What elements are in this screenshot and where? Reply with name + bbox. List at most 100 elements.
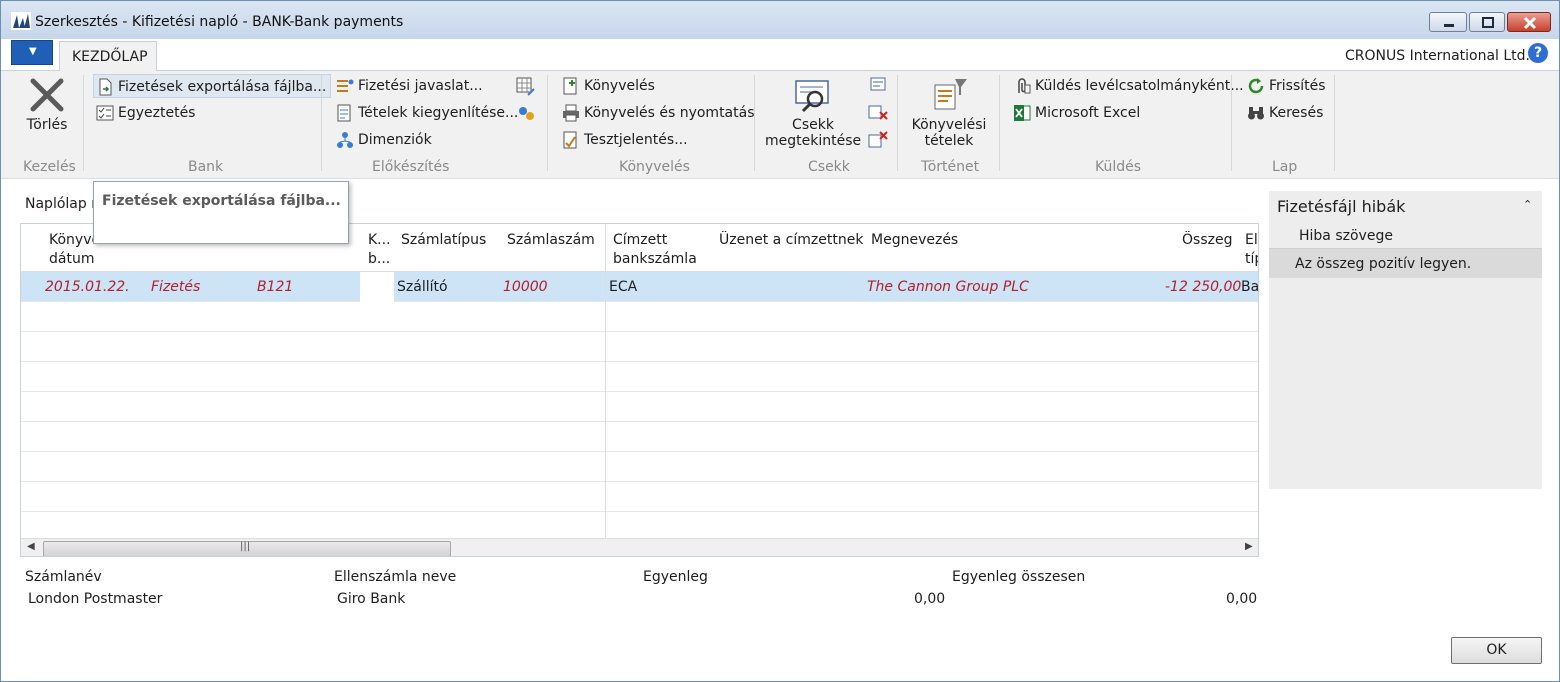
- minimize-icon: [1444, 24, 1454, 27]
- column-header-amount[interactable]: Összeg: [1182, 231, 1232, 250]
- cell-document-type[interactable]: Fizetés: [151, 279, 200, 295]
- column-header-account-no[interactable]: Számlaszám: [507, 231, 595, 250]
- bal-account-name-label: Ellenszámla neve: [334, 569, 457, 585]
- help-icon[interactable]: ?: [1528, 43, 1548, 63]
- tooltip-text: Fizetések exportálása fájlba...: [102, 193, 341, 209]
- dimensions-button[interactable]: Dimenziók: [334, 128, 432, 152]
- column-header-posting-date[interactable]: Könyve dátum: [49, 231, 95, 269]
- column-header-description[interactable]: Megnevezés: [871, 231, 958, 250]
- apply-entries-label: Tételek kiegyenlítése...: [358, 105, 519, 121]
- payment-suggestion-button[interactable]: Fizetési javaslat...: [334, 74, 483, 98]
- ribbon-tab-row: ▼ KEZDŐLAP CRONUS International Ltd. ?: [1, 39, 1559, 72]
- column-header-account-type[interactable]: Számlatípus: [401, 231, 486, 250]
- refresh-label: Frissítés: [1269, 78, 1326, 94]
- cell-description[interactable]: The Cannon Group PLC: [867, 279, 1029, 295]
- cell-document-no[interactable]: B121: [257, 279, 293, 295]
- find-label: Keresés: [1269, 105, 1324, 121]
- dimensions-icon: [337, 132, 353, 148]
- table-row[interactable]: [21, 392, 1258, 422]
- collapse-icon[interactable]: ⌃: [1523, 198, 1532, 211]
- column-header-message-to-recipient[interactable]: Üzenet a címzettnek: [719, 231, 863, 250]
- delete-label: Törlés: [26, 117, 68, 133]
- send-as-attachment-label: Küldés levélcsatolmányként...: [1035, 78, 1244, 94]
- post-and-print-button[interactable]: Könyvelés és nyomtatás: [560, 101, 755, 125]
- delete-button[interactable]: Törlés: [19, 77, 75, 133]
- post-and-print-label: Könyvelés és nyomtatás: [584, 105, 755, 121]
- close-button[interactable]: [1507, 12, 1551, 32]
- check-preview-icon: [795, 80, 829, 113]
- table-row[interactable]: [21, 422, 1258, 452]
- test-report-button[interactable]: Tesztjelentés...: [560, 128, 688, 152]
- minimize-button[interactable]: [1429, 12, 1467, 32]
- ribbon-separator: [547, 75, 548, 171]
- export-payments-label: Fizetések exportálása fájlba...: [118, 79, 327, 95]
- void-check-icon[interactable]: [868, 103, 888, 123]
- export-file-icon: [99, 78, 112, 96]
- check-print-icon[interactable]: [868, 76, 888, 96]
- cell-amount[interactable]: -12 250,00: [1165, 279, 1241, 295]
- scrollbar-thumb[interactable]: |||: [43, 541, 451, 556]
- scroll-left-icon[interactable]: ◀: [27, 541, 35, 552]
- group-kuldes: Küldés: [1095, 159, 1142, 175]
- check-preview-label-line1: Csekk: [792, 117, 834, 133]
- column-header-recipient-bank-account[interactable]: Címzett bankszámla: [613, 231, 697, 269]
- payment-suggestion-label: Fizetési javaslat...: [358, 78, 483, 94]
- dimensions-label: Dimenziók: [358, 132, 432, 148]
- account-name-label: Számlanév: [25, 569, 102, 585]
- grid-edit-icon[interactable]: [516, 77, 536, 97]
- send-as-attachment-button[interactable]: Küldés levélcsatolmányként...: [1011, 74, 1244, 98]
- printer-icon: [563, 104, 579, 122]
- check-preview-button[interactable]: Csekk megtekintése: [765, 77, 861, 149]
- table-row[interactable]: [21, 302, 1258, 332]
- balance-value: 0,00: [914, 591, 946, 607]
- tab-kezdolap[interactable]: KEZDŐLAP: [59, 41, 157, 72]
- cell-recipient-bank-account[interactable]: ECA: [609, 279, 637, 295]
- maximize-button[interactable]: [1469, 12, 1505, 32]
- apply-entries-button[interactable]: Tételek kiegyenlítése...: [334, 101, 518, 125]
- table-row[interactable]: 2015.01.22. Fizetés B121 Szállító 10000 …: [21, 272, 1258, 302]
- title-bar: Szerkesztés - Kifizetési napló - BANK-Ba…: [1, 1, 1559, 39]
- horizontal-scrollbar[interactable]: ◀ ||| ▶: [21, 538, 1258, 556]
- reconcile-button[interactable]: Egyeztetés: [94, 101, 195, 125]
- cell-posting-date[interactable]: 2015.01.22.: [45, 279, 130, 295]
- cell-account-type[interactable]: Szállító: [397, 279, 448, 295]
- grip-icon: |||: [240, 541, 251, 552]
- test-report-icon: [563, 131, 577, 149]
- list-item[interactable]: Az összeg pozitív legyen.: [1269, 248, 1542, 278]
- people-currency-icon[interactable]: [516, 104, 536, 124]
- group-elokeszites: Előkészítés: [372, 159, 450, 175]
- ribbon-separator: [321, 75, 322, 171]
- table-row[interactable]: [21, 362, 1258, 392]
- group-kezeles: Kezelés: [23, 159, 76, 175]
- column-header-k[interactable]: K... b...: [368, 231, 392, 269]
- scroll-right-icon[interactable]: ▶: [1245, 541, 1253, 552]
- ribbon-separator: [83, 75, 84, 171]
- balance-label: Egyenleg: [643, 569, 708, 585]
- close-icon: [1523, 16, 1537, 30]
- ledger-entries-button[interactable]: Könyvelési tételek: [905, 77, 993, 149]
- column-header-el[interactable]: El típ: [1245, 231, 1258, 269]
- payment-file-errors-factbox: Fizetésfájl hibák ⌃ Hiba szövege Az össz…: [1269, 191, 1542, 489]
- cell-el[interactable]: Ba: [1241, 279, 1258, 295]
- post-button[interactable]: Könyvelés: [560, 74, 655, 98]
- table-row[interactable]: [21, 452, 1258, 482]
- ledger-entries-label-line2: tételek: [924, 133, 974, 149]
- application-menu-button[interactable]: ▼: [11, 40, 53, 65]
- export-payments-button[interactable]: Fizetések exportálása fájlba...: [93, 74, 332, 98]
- tooltip: Fizetések exportálása fájlba...: [93, 181, 349, 244]
- table-row[interactable]: [21, 482, 1258, 512]
- journal-section-title: Naplólap n: [25, 196, 101, 212]
- ribbon-separator: [754, 75, 755, 171]
- table-row[interactable]: [21, 332, 1258, 362]
- ok-button[interactable]: OK: [1451, 637, 1542, 664]
- microsoft-excel-button[interactable]: Microsoft Excel: [1011, 101, 1140, 125]
- group-csekk: Csekk: [808, 159, 850, 175]
- factbox-column-header[interactable]: Hiba szövege: [1299, 228, 1393, 244]
- group-konyveles: Könyvelés: [619, 159, 690, 175]
- find-button[interactable]: Keresés: [1245, 101, 1323, 125]
- delete-x-icon: [30, 78, 64, 112]
- cell-account-no[interactable]: 10000: [503, 279, 548, 295]
- chevron-down-icon: ▼: [29, 46, 37, 57]
- refresh-button[interactable]: Frissítés: [1245, 74, 1326, 98]
- void-all-checks-icon[interactable]: [868, 130, 888, 150]
